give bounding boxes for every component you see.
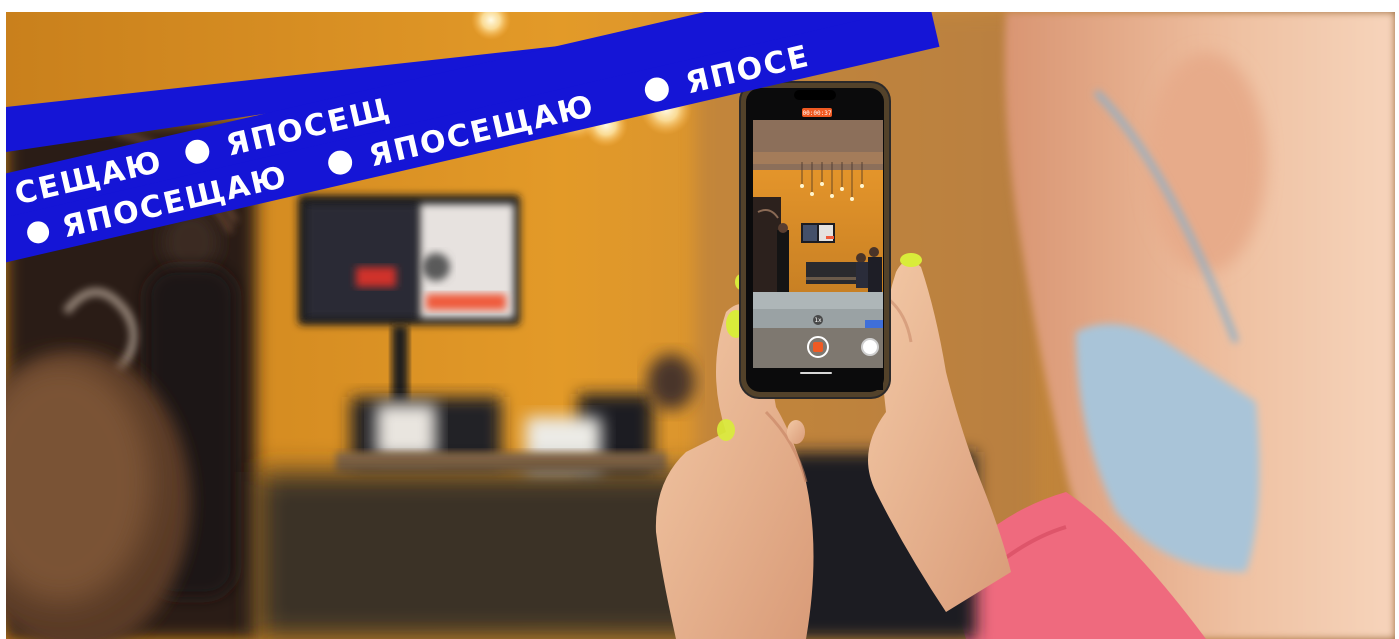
event-photo: 00:00:37 1x [6,12,1395,639]
photo-capture-button[interactable] [861,338,879,356]
zoom-label: 1x [814,317,822,324]
recording-timer: 00:00:37 [803,110,832,117]
photo-frame: 00:00:37 1x СЕЩАЮ ЯПОСЕЩ ЯПОСЕЩАЮ ЯПОСЕЩ… [6,12,1395,639]
